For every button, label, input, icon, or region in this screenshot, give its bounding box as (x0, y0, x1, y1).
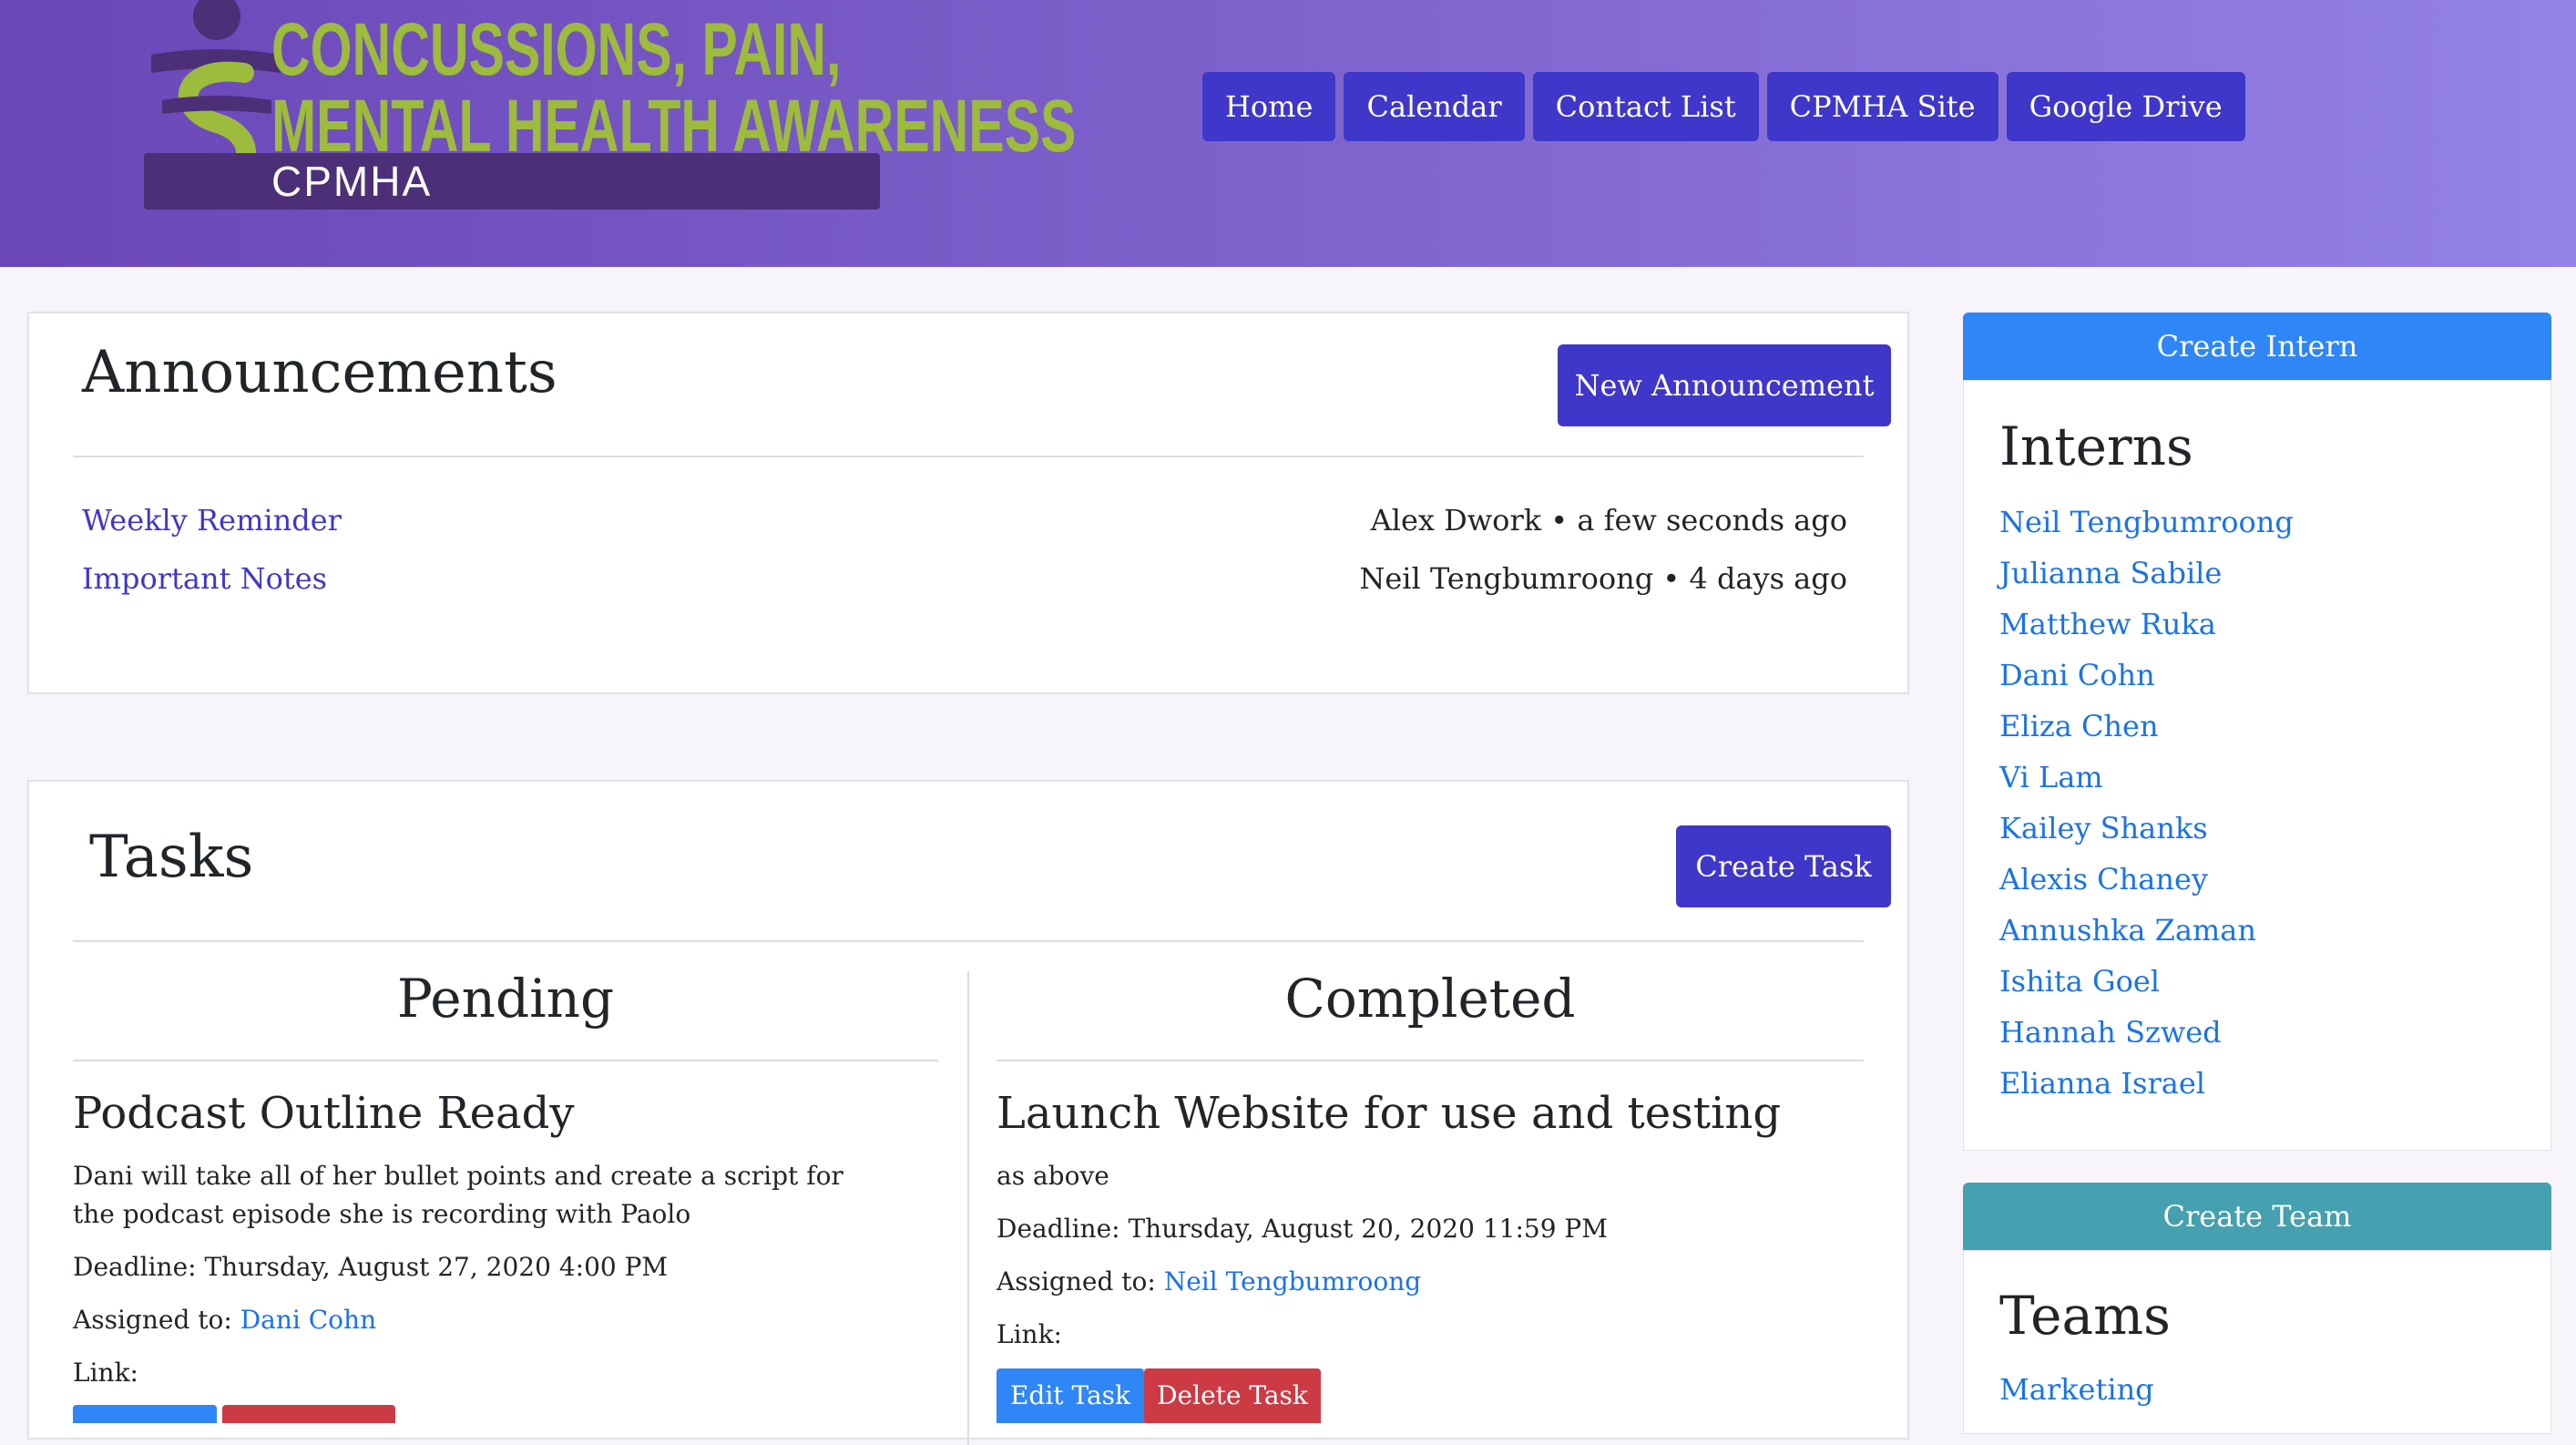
intern-link[interactable]: Annushka Zaman (1999, 913, 2256, 948)
header-bar: CONCUSSIONS, PAIN, MENTAL HEALTH AWARENE… (0, 0, 2576, 267)
logo-line-1: CONCUSSIONS, PAIN, (271, 8, 842, 91)
nav-cpmha-site-button[interactable]: CPMHA Site (1766, 72, 1998, 141)
task-title: Launch Website for use and testing (997, 1088, 1782, 1139)
announcement-meta: Neil Tengbumroong • 4 days ago (1359, 561, 1847, 596)
assigned-user-link[interactable]: Dani Cohn (240, 1305, 376, 1335)
task-assigned: Assigned to: Neil Tengbumroong (997, 1263, 1421, 1301)
task-assigned: Assigned to: Dani Cohn (73, 1301, 376, 1339)
edit-task-button[interactable]: Edit Task (997, 1368, 1144, 1423)
intern-link[interactable]: Eliza Chen (1999, 709, 2159, 743)
intern-link[interactable]: Julianna Sabile (1999, 556, 2222, 590)
logo-line-3: CPMHA (271, 158, 433, 205)
teams-title: Teams (1999, 1285, 2171, 1347)
completed-heading: Completed (1284, 968, 1576, 1030)
announcement-link[interactable]: Weekly Reminder (82, 503, 342, 538)
task-description: as above (997, 1161, 1109, 1191)
assigned-label: Assigned to: (997, 1266, 1156, 1296)
task-deadline: Deadline: Thursday, August 27, 2020 4:00… (73, 1252, 669, 1282)
task-title: Podcast Outline Ready (73, 1088, 575, 1139)
pending-divider (73, 1060, 938, 1061)
delete-task-button[interactable] (222, 1405, 395, 1423)
announcement-meta: Alex Dwork • a few seconds ago (1370, 503, 1847, 538)
edit-task-button[interactable] (73, 1405, 217, 1423)
team-link[interactable]: Marketing (1999, 1372, 2154, 1407)
assigned-label: Assigned to: (73, 1305, 232, 1335)
interns-title: Interns (1999, 415, 2193, 477)
intern-link[interactable]: Dani Cohn (1999, 658, 2155, 692)
intern-link[interactable]: Vi Lam (1999, 760, 2103, 794)
task-description: Dani will take all of her bullet points … (73, 1161, 843, 1229)
column-divider (967, 971, 969, 1445)
assigned-user-link[interactable]: Neil Tengbumroong (1164, 1266, 1421, 1296)
task-deadline: Deadline: Thursday, August 20, 2020 11:5… (997, 1214, 1608, 1244)
tasks-divider (73, 940, 1864, 942)
task-link-label: Link: (73, 1358, 138, 1388)
main-nav: Home Calendar Contact List CPMHA Site Go… (1202, 72, 2245, 141)
announcement-link[interactable]: Important Notes (82, 561, 327, 596)
create-task-button[interactable]: Create Task (1676, 825, 1891, 907)
intern-link[interactable]: Kailey Shanks (1999, 811, 2208, 845)
create-intern-button[interactable]: Create Intern (1963, 313, 2551, 380)
new-announcement-button[interactable]: New Announcement (1558, 344, 1891, 426)
nav-home-button[interactable]: Home (1202, 72, 1336, 141)
task-link-label: Link: (997, 1319, 1062, 1349)
intern-link[interactable]: Ishita Goel (1999, 964, 2160, 999)
announcements-title: Announcements (82, 339, 557, 406)
tasks-card: Tasks Create Task Pending Podcast Outlin… (27, 780, 1909, 1445)
pending-heading: Pending (396, 968, 615, 1030)
nav-google-drive-button[interactable]: Google Drive (2006, 72, 2245, 141)
completed-divider (997, 1060, 1864, 1061)
nav-contact-list-button[interactable]: Contact List (1532, 72, 1759, 141)
tasks-title: Tasks (89, 824, 254, 891)
announcements-divider (73, 456, 1864, 457)
create-team-button[interactable]: Create Team (1963, 1183, 2551, 1250)
intern-link[interactable]: Hannah Szwed (1999, 1015, 2222, 1050)
delete-task-button[interactable]: Delete Task (1144, 1368, 1321, 1423)
intern-link[interactable]: Elianna Israel (1999, 1066, 2205, 1101)
cpmha-logo[interactable]: CONCUSSIONS, PAIN, MENTAL HEALTH AWARENE… (144, 0, 1076, 210)
intern-link[interactable]: Neil Tengbumroong (1999, 505, 2294, 539)
announcements-card: Announcements New Announcement Weekly Re… (27, 312, 1909, 694)
intern-link[interactable]: Alexis Chaney (1999, 862, 2208, 897)
nav-calendar-button[interactable]: Calendar (1344, 72, 1525, 141)
intern-link[interactable]: Matthew Ruka (1999, 607, 2216, 641)
